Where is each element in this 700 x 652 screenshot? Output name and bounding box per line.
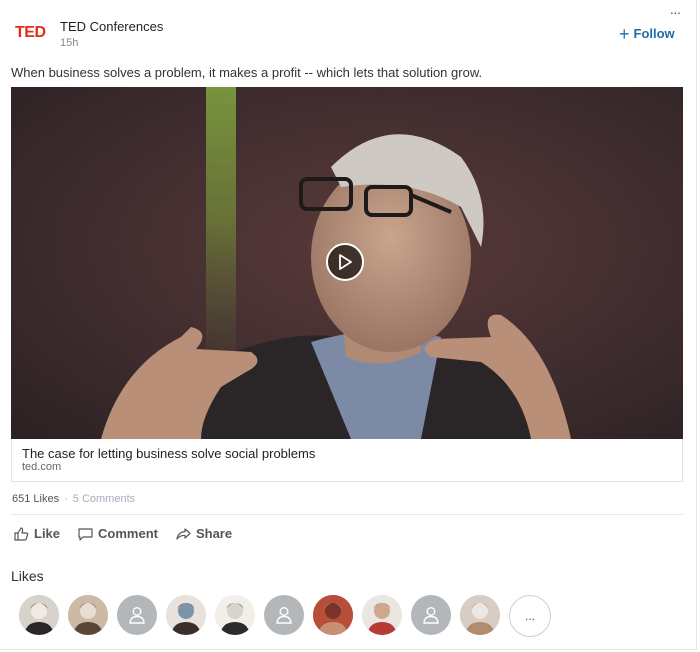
- author-name[interactable]: TED Conferences: [60, 19, 163, 34]
- play-icon: [339, 254, 352, 270]
- liker-avatar[interactable]: [166, 595, 206, 635]
- comment-label: Comment: [98, 526, 158, 541]
- video-thumbnail[interactable]: [11, 87, 683, 439]
- likes-count[interactable]: 651 Likes: [12, 493, 59, 505]
- post-time: 15h: [60, 37, 79, 49]
- feed-post-card: TED TED Conferences 15h ... + Follow Whe…: [0, 0, 697, 650]
- link-domain: ted.com: [22, 461, 62, 473]
- more-options-button[interactable]: ...: [670, 2, 681, 17]
- person-icon: [423, 607, 439, 624]
- person-photo-icon: [362, 595, 402, 635]
- liker-avatar-placeholder[interactable]: [411, 595, 451, 635]
- share-icon: [176, 527, 191, 540]
- play-button[interactable]: [326, 243, 364, 281]
- post-commentary: When business solves a problem, it makes…: [11, 65, 483, 80]
- person-photo-icon: [313, 595, 353, 635]
- liker-avatar[interactable]: [68, 595, 108, 635]
- more-likers-button[interactable]: ...: [509, 595, 551, 637]
- person-icon: [129, 607, 145, 624]
- likes-heading: Likes: [11, 568, 44, 584]
- follow-label: Follow: [633, 26, 675, 41]
- social-actions-bar: Like Comment Share: [14, 526, 232, 541]
- link-preview[interactable]: The case for letting business solve soci…: [11, 439, 683, 482]
- link-title[interactable]: The case for letting business solve soci…: [22, 446, 315, 461]
- person-photo-icon: [19, 595, 59, 635]
- comment-button[interactable]: Comment: [78, 526, 158, 541]
- divider: [11, 514, 683, 515]
- social-counts: 651 Likes · 5 Comments: [12, 493, 135, 505]
- person-icon: [276, 607, 292, 624]
- ted-logo[interactable]: TED: [15, 24, 46, 42]
- liker-avatar[interactable]: [313, 595, 353, 635]
- person-photo-icon: [166, 595, 206, 635]
- person-photo-icon: [460, 595, 500, 635]
- person-photo-icon: [68, 595, 108, 635]
- liker-avatar-placeholder[interactable]: [117, 595, 157, 635]
- comments-count[interactable]: 5 Comments: [73, 493, 135, 505]
- liker-avatar[interactable]: [215, 595, 255, 635]
- separator-dot: ·: [64, 493, 68, 505]
- comment-icon: [78, 527, 93, 541]
- likers-avatar-list: ...: [19, 595, 551, 637]
- liker-avatar[interactable]: [460, 595, 500, 635]
- plus-icon: +: [619, 23, 630, 44]
- like-label: Like: [34, 526, 61, 541]
- liker-avatar[interactable]: [362, 595, 402, 635]
- person-photo-icon: [215, 595, 255, 635]
- liker-avatar-placeholder[interactable]: [264, 595, 304, 635]
- share-label: Share: [195, 526, 233, 541]
- liker-avatar[interactable]: [19, 595, 59, 635]
- share-button[interactable]: Share: [176, 526, 232, 541]
- follow-button[interactable]: + Follow: [619, 23, 675, 44]
- like-button[interactable]: Like: [14, 526, 60, 541]
- thumbs-up-icon: [14, 526, 29, 541]
